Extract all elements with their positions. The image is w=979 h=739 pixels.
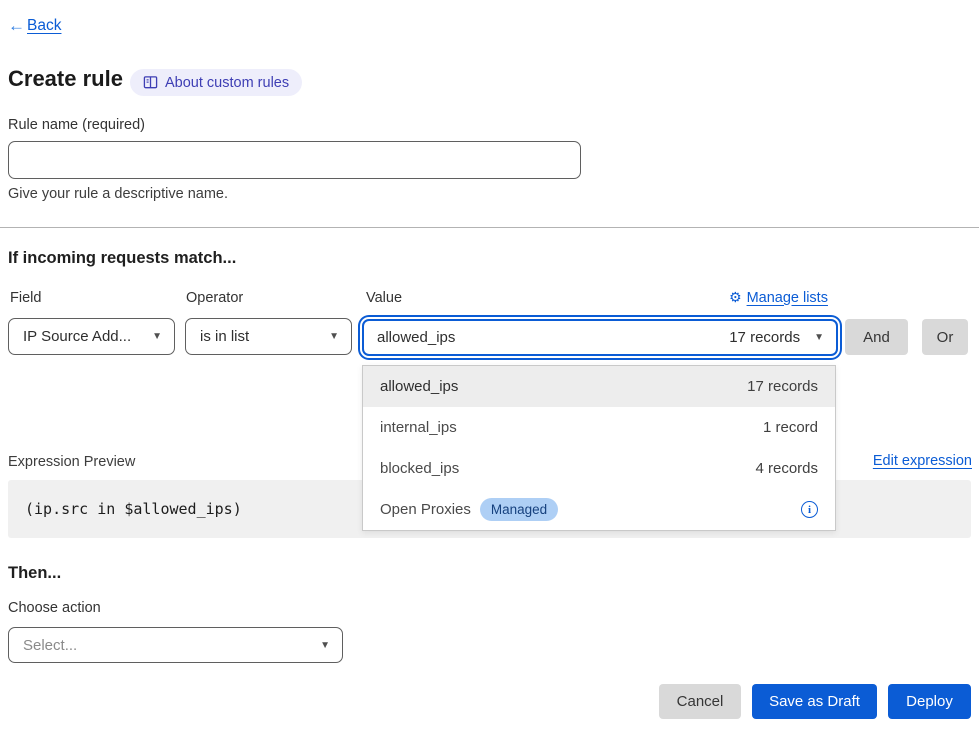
operator-column-label: Operator — [186, 290, 243, 306]
field-column-label: Field — [10, 290, 41, 306]
list-item-count: 1 record — [763, 419, 818, 436]
value-select[interactable]: allowed_ips 17 records ▼ — [362, 319, 838, 356]
list-item-internal-ips[interactable]: internal_ips 1 record — [363, 407, 835, 448]
save-as-draft-button[interactable]: Save as Draft — [752, 684, 877, 719]
list-item-name: internal_ips — [380, 419, 457, 436]
managed-badge: Managed — [480, 498, 558, 521]
expression-preview-label: Expression Preview — [8, 454, 135, 470]
book-icon — [143, 75, 158, 90]
chevron-down-icon: ▼ — [152, 331, 162, 342]
manage-lists-label[interactable]: Manage lists — [747, 290, 828, 306]
rule-name-input[interactable] — [8, 141, 581, 179]
about-custom-rules-label: About custom rules — [165, 75, 289, 91]
action-select[interactable]: Select... ▼ — [8, 627, 343, 663]
list-item-count: 17 records — [747, 378, 818, 395]
edit-expression-link[interactable]: Edit expression — [873, 453, 972, 469]
or-button[interactable]: Or — [922, 319, 968, 355]
back-arrow-icon: ← — [8, 16, 25, 36]
page-title: Create rule — [8, 66, 123, 92]
back-link[interactable]: ← Back — [8, 16, 61, 36]
gear-icon: ⚙ — [729, 289, 742, 306]
chevron-down-icon: ▼ — [320, 640, 330, 651]
field-select-value: IP Source Add... — [23, 328, 131, 345]
deploy-button[interactable]: Deploy — [888, 684, 971, 719]
list-item-name: allowed_ips — [380, 378, 458, 395]
list-item-count: 4 records — [755, 460, 818, 477]
value-select-count: 17 records — [729, 329, 800, 346]
expression-code: (ip.src in $allowed_ips) — [25, 500, 242, 518]
rule-name-helper-text: Give your rule a descriptive name. — [8, 186, 228, 202]
value-dropdown-panel: allowed_ips 17 records internal_ips 1 re… — [362, 365, 836, 531]
list-item-open-proxies[interactable]: Open Proxies Managed i — [363, 489, 835, 530]
list-item-name: Open Proxies — [380, 501, 471, 518]
list-item-name: blocked_ips — [380, 460, 459, 477]
list-item-blocked-ips[interactable]: blocked_ips 4 records — [363, 448, 835, 489]
choose-action-label: Choose action — [8, 600, 101, 616]
value-select-name: allowed_ips — [377, 329, 455, 346]
field-select[interactable]: IP Source Add... ▼ — [8, 318, 175, 355]
rule-name-label: Rule name (required) — [8, 117, 145, 133]
manage-lists-link[interactable]: ⚙ Manage lists — [729, 289, 828, 306]
back-link-label[interactable]: Back — [27, 17, 61, 35]
value-column-label: Value — [366, 290, 402, 306]
then-section-heading: Then... — [8, 564, 61, 583]
chevron-down-icon: ▼ — [814, 332, 824, 343]
action-select-placeholder: Select... — [23, 637, 77, 654]
list-item-allowed-ips[interactable]: allowed_ips 17 records — [363, 366, 835, 407]
create-rule-page: ← Back Create rule About custom rules Ru… — [0, 0, 979, 739]
operator-select[interactable]: is in list ▼ — [185, 318, 352, 355]
section-divider — [0, 227, 979, 228]
and-button[interactable]: And — [845, 319, 908, 355]
cancel-button[interactable]: Cancel — [659, 684, 741, 719]
chevron-down-icon: ▼ — [329, 331, 339, 342]
match-section-heading: If incoming requests match... — [8, 249, 236, 268]
operator-select-value: is in list — [200, 328, 249, 345]
info-icon[interactable]: i — [801, 501, 818, 518]
about-custom-rules-link[interactable]: About custom rules — [130, 69, 302, 96]
